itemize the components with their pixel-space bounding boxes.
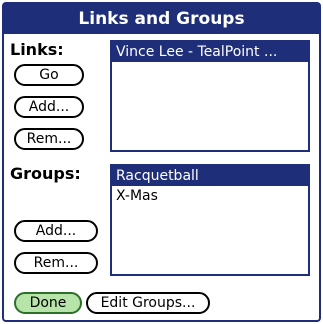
groups-list-item-0[interactable]: Racquetball [112,166,308,186]
done-button[interactable]: Done [14,292,82,314]
links-list[interactable]: Vince Lee - TealPoint ... [110,40,310,152]
screen: Links and Groups Links: Go Add... Rem...… [0,0,323,324]
groups-label: Groups: [10,164,81,183]
dialog-title: Links and Groups [4,4,319,34]
links-label: Links: [10,40,64,59]
links-list-item-0[interactable]: Vince Lee - TealPoint ... [112,42,308,62]
groups-list[interactable]: Racquetball X-Mas [110,164,310,276]
add-group-button[interactable]: Add... [14,220,98,242]
groups-list-item-1[interactable]: X-Mas [112,186,308,206]
links-and-groups-dialog: Links and Groups Links: Go Add... Rem...… [2,2,321,322]
remove-group-button[interactable]: Rem... [14,252,98,274]
go-button[interactable]: Go [14,64,84,86]
add-link-button[interactable]: Add... [14,96,84,118]
edit-groups-button[interactable]: Edit Groups... [86,292,210,314]
remove-link-button[interactable]: Rem... [14,128,84,150]
